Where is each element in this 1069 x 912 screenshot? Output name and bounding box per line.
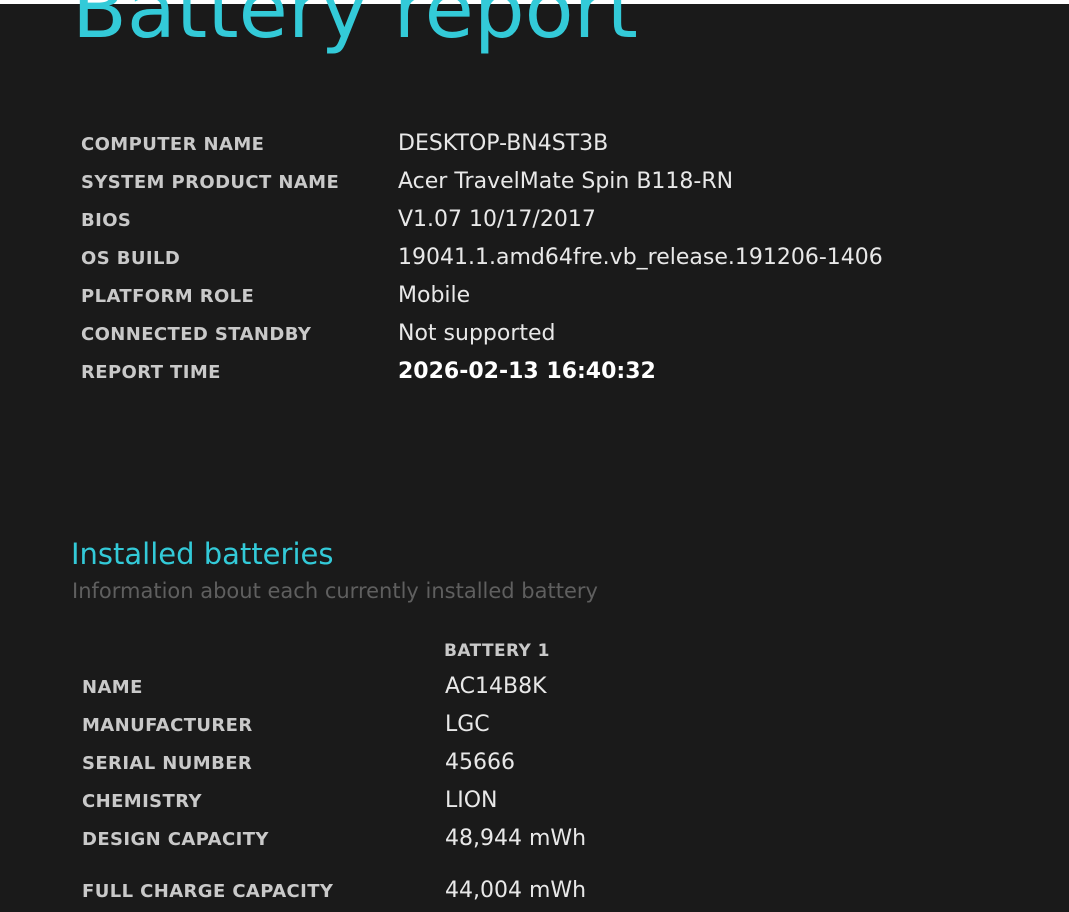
battery-header-row: BATTERY 1 xyxy=(82,632,982,670)
section-subtitle: Information about each currently install… xyxy=(72,579,598,603)
info-row-platform-role: PLATFORM ROLE Mobile xyxy=(81,277,981,315)
info-row-connected-standby: CONNECTED STANDBY Not supported xyxy=(81,315,981,353)
battery-row-manufacturer: MANUFACTURER LGC xyxy=(82,706,982,744)
battery-row-chemistry: CHEMISTRY LION xyxy=(82,782,982,820)
battery-value: LION xyxy=(445,788,498,813)
info-value: Mobile xyxy=(398,283,471,308)
battery-row-serial-number: SERIAL NUMBER 45666 xyxy=(82,744,982,782)
info-value: 19041.1.amd64fre.vb_release.191206-1406 xyxy=(398,245,883,270)
info-value: V1.07 10/17/2017 xyxy=(398,207,596,232)
info-label: REPORT TIME xyxy=(81,362,221,383)
battery-label: NAME xyxy=(82,677,143,698)
info-row-computer-name: COMPUTER NAME DESKTOP-BN4ST3B xyxy=(81,125,981,163)
column-header-battery-1: BATTERY 1 xyxy=(444,641,550,661)
info-row-report-time: REPORT TIME 2026-02-13 16:40:32 xyxy=(81,353,981,391)
battery-row-full-charge-capacity: FULL CHARGE CAPACITY 44,004 mWh xyxy=(82,872,982,910)
battery-value: 44,004 mWh xyxy=(445,878,587,903)
info-value: DESKTOP-BN4ST3B xyxy=(398,131,609,156)
battery-label: DESIGN CAPACITY xyxy=(82,829,269,850)
battery-value: AC14B8K xyxy=(445,674,547,699)
info-row-bios: BIOS V1.07 10/17/2017 xyxy=(81,201,981,239)
battery-label: CHEMISTRY xyxy=(82,791,202,812)
info-row-os-build: OS BUILD 19041.1.amd64fre.vb_release.191… xyxy=(81,239,981,277)
page-title: Battery report xyxy=(72,0,638,56)
info-label: CONNECTED STANDBY xyxy=(81,324,312,345)
battery-value: 45666 xyxy=(445,750,515,775)
battery-value: LGC xyxy=(445,712,490,737)
section-title-installed-batteries: Installed batteries xyxy=(71,537,334,571)
info-label: COMPUTER NAME xyxy=(81,134,265,155)
info-label: BIOS xyxy=(81,210,132,231)
info-label: OS BUILD xyxy=(81,248,181,269)
battery-label: FULL CHARGE CAPACITY xyxy=(82,881,334,902)
battery-row-name: NAME AC14B8K xyxy=(82,668,982,706)
battery-row-design-capacity: DESIGN CAPACITY 48,944 mWh xyxy=(82,820,982,858)
battery-label: SERIAL NUMBER xyxy=(82,753,253,774)
info-row-system-product-name: SYSTEM PRODUCT NAME Acer TravelMate Spin… xyxy=(81,163,981,201)
info-label: PLATFORM ROLE xyxy=(81,286,255,307)
info-value: Acer TravelMate Spin B118-RN xyxy=(398,169,734,194)
battery-value: 48,944 mWh xyxy=(445,826,587,851)
info-value: Not supported xyxy=(398,321,556,346)
info-label: SYSTEM PRODUCT NAME xyxy=(81,172,340,193)
battery-label: MANUFACTURER xyxy=(82,715,253,736)
info-value: 2026-02-13 16:40:32 xyxy=(398,359,656,384)
